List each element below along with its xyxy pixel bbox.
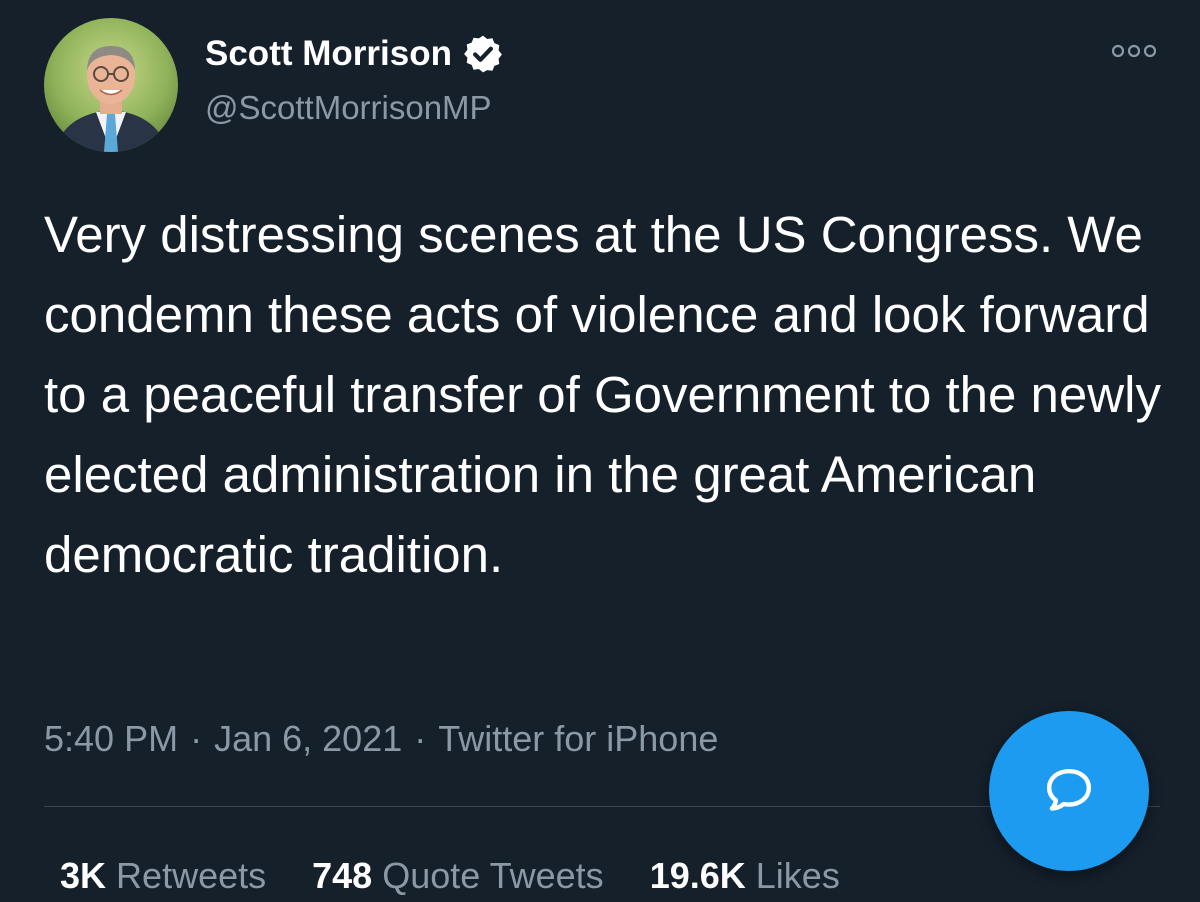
tweet-time[interactable]: 5:40 PM bbox=[44, 718, 178, 759]
author-display-name[interactable]: Scott Morrison bbox=[205, 30, 504, 78]
verified-badge-icon bbox=[462, 33, 504, 75]
retweets-label: Retweets bbox=[116, 855, 267, 896]
reply-compose-button[interactable] bbox=[989, 711, 1149, 871]
tweet-text: Very distressing scenes at the US Congre… bbox=[44, 206, 1161, 583]
quote-tweets-label: Quote Tweets bbox=[382, 855, 604, 896]
more-options-icon[interactable] bbox=[1110, 40, 1158, 62]
retweets-count: 3K bbox=[60, 855, 107, 896]
reply-bubble-icon bbox=[1046, 768, 1092, 811]
likes-count: 19.6K bbox=[649, 855, 746, 896]
meta-separator: · bbox=[414, 718, 427, 759]
quote-tweets-stat[interactable]: 748 Quote Tweets bbox=[312, 852, 604, 900]
meta-separator: · bbox=[190, 718, 203, 759]
author-handle[interactable]: @ScottMorrisonMP bbox=[205, 85, 492, 131]
quote-tweets-count: 748 bbox=[312, 855, 373, 896]
likes-stat[interactable]: 19.6K Likes bbox=[650, 852, 840, 900]
retweets-stat[interactable]: 3K Retweets bbox=[60, 852, 266, 900]
tweet-meta: 5:40 PM · Jan 6, 2021 · Twitter for iPhone bbox=[44, 715, 718, 763]
author-name-text[interactable]: Scott Morrison bbox=[205, 30, 452, 78]
tweet-date[interactable]: Jan 6, 2021 bbox=[214, 718, 402, 759]
avatar[interactable] bbox=[44, 18, 178, 152]
likes-label: Likes bbox=[755, 855, 840, 896]
tweet-source[interactable]: Twitter for iPhone bbox=[438, 718, 718, 759]
tweet-stats: 3K Retweets 748 Quote Tweets 19.6K Likes bbox=[60, 852, 886, 900]
